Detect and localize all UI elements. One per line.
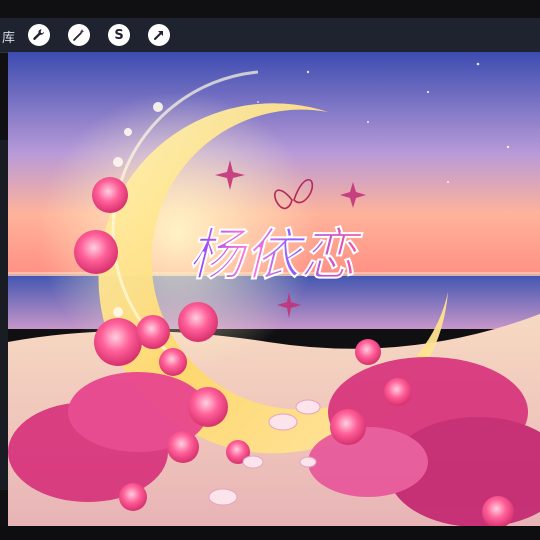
app-window: 库 S 杨依恋 — [0, 0, 540, 540]
arrow-tool-button[interactable] — [148, 24, 170, 46]
artwork-canvas[interactable]: 杨依恋 — [8, 52, 540, 526]
artwork-illustration: 杨依恋 — [8, 52, 540, 526]
editor-toolbar: 库 S — [0, 18, 540, 53]
signature-text: 杨依恋 — [188, 223, 363, 288]
library-label[interactable]: 库 — [2, 27, 15, 46]
bottom-bar — [0, 526, 540, 540]
wand-icon — [73, 29, 85, 41]
wrench-icon — [33, 29, 45, 40]
wrench-tool-button[interactable] — [28, 24, 50, 46]
side-scrollbar[interactable] — [0, 140, 8, 490]
s-tool-icon: S — [114, 27, 124, 43]
arrow-icon — [154, 31, 163, 40]
magic-wand-button[interactable] — [68, 24, 90, 46]
s-tool-button[interactable]: S — [108, 24, 130, 46]
